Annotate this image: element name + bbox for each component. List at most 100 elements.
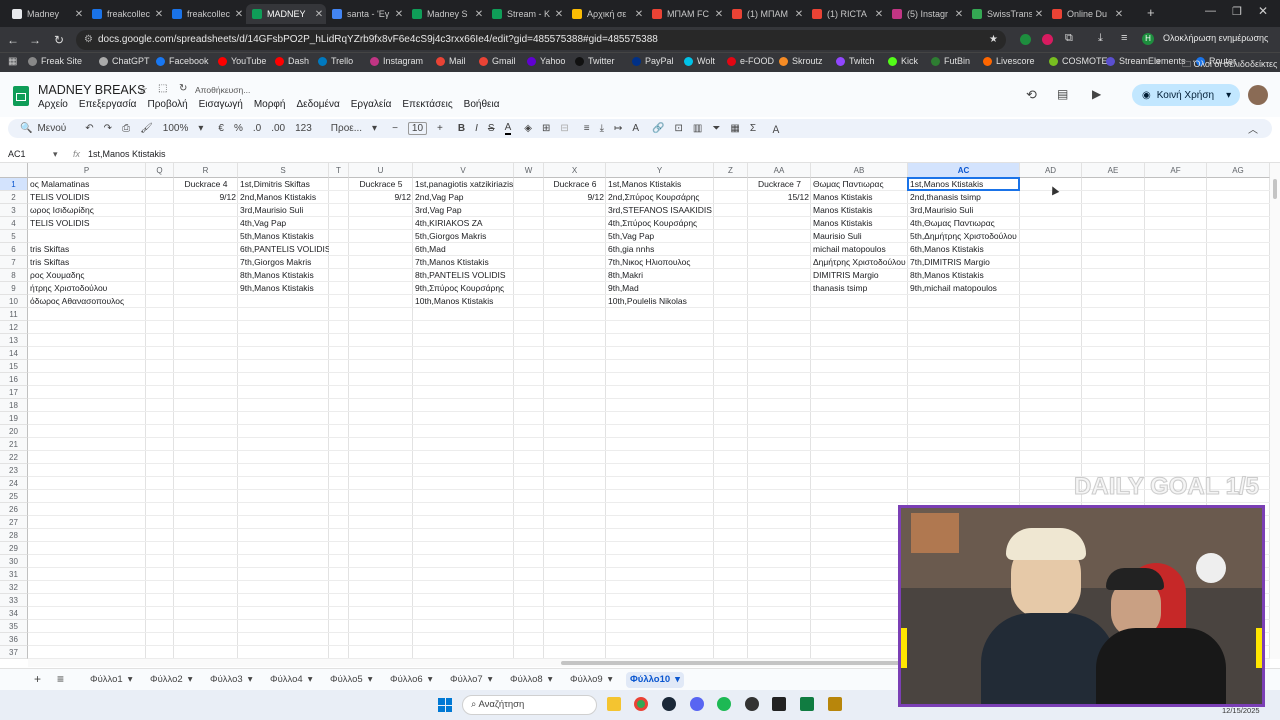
grid-cell[interactable]: Maurisio Suli: [811, 230, 908, 243]
grid-cell[interactable]: michail matopoulos: [811, 243, 908, 256]
extension-icon[interactable]: [1042, 34, 1053, 45]
row-header[interactable]: 23: [0, 464, 28, 477]
row-header[interactable]: 10: [0, 295, 28, 308]
column-header[interactable]: AB: [811, 163, 908, 178]
grid-cell[interactable]: Δημήτρης Χριστοδούλου: [811, 256, 908, 269]
column-header[interactable]: AF: [1145, 163, 1207, 178]
column-header[interactable]: X: [544, 163, 606, 178]
close-tab-icon[interactable]: ✕: [1032, 9, 1046, 20]
close-window-icon[interactable]: ✕: [1258, 4, 1268, 18]
menu-item[interactable]: Εργαλεία: [351, 99, 392, 110]
row-header[interactable]: 31: [0, 568, 28, 581]
browser-tab[interactable]: (5) Instagr ✕: [886, 4, 966, 24]
move-folder-icon[interactable]: ⬚: [158, 83, 167, 94]
spotify-icon[interactable]: [717, 697, 731, 711]
row-header[interactable]: 21: [0, 438, 28, 451]
steam-icon[interactable]: [662, 697, 676, 711]
bookmark-item[interactable]: Wolt: [684, 56, 715, 66]
row-header[interactable]: 36: [0, 633, 28, 646]
taskbar-search[interactable]: ⌕ Αναζήτηση: [462, 695, 597, 715]
bookmark-item[interactable]: Gmail: [479, 56, 516, 66]
menu-item[interactable]: Επεκτάσεις: [402, 99, 452, 110]
close-tab-icon[interactable]: ✕: [952, 9, 966, 20]
close-tab-icon[interactable]: ✕: [632, 9, 646, 20]
browser-tab[interactable]: Online Du ✕: [1046, 4, 1126, 24]
column-header[interactable]: T: [329, 163, 349, 178]
row-header[interactable]: 35: [0, 620, 28, 633]
font-size-input[interactable]: 10: [407, 122, 428, 135]
close-tab-icon[interactable]: ✕: [232, 9, 246, 20]
row-header[interactable]: 27: [0, 516, 28, 529]
insert-chart-icon[interactable]: ▥: [693, 123, 702, 134]
select-all-corner[interactable]: [0, 163, 28, 178]
menu-item[interactable]: Αρχείο: [38, 99, 68, 110]
row-header[interactable]: 14: [0, 347, 28, 360]
grid-cell[interactable]: 5th,Giorgos Makris: [413, 230, 514, 243]
fill-color-icon[interactable]: ◈: [524, 123, 532, 134]
grid-cell[interactable]: 2nd,Σπύρος Κουρσάρης: [606, 191, 714, 204]
browser-tab[interactable]: santa - 'Εγ ✕: [326, 4, 406, 24]
grid-cell[interactable]: 10th,Poulelis Nikolas: [606, 295, 714, 308]
bookmark-item[interactable]: Instagram: [370, 56, 423, 66]
row-header[interactable]: 13: [0, 334, 28, 347]
insert-link-icon[interactable]: 🔗: [652, 123, 664, 134]
grid-cell[interactable]: ος Malamatinas: [28, 178, 146, 191]
row-header[interactable]: 15: [0, 360, 28, 373]
functions-icon[interactable]: Σ: [750, 123, 756, 134]
row-header[interactable]: 3: [0, 204, 28, 217]
grid-cell[interactable]: DIMITRIS Margio: [811, 269, 908, 282]
bookmark-star-icon[interactable]: ★: [989, 30, 998, 50]
row-header[interactable]: 33: [0, 594, 28, 607]
sheet-tab[interactable]: Φύλλο3 ▾: [206, 672, 256, 688]
currency-format-button[interactable]: €: [218, 123, 224, 134]
grid-cell[interactable]: 8th,Manos Ktistakis: [238, 269, 329, 282]
browser-tab[interactable]: (1) RICTA ✕: [806, 4, 886, 24]
grid-cell[interactable]: ΤELIS VOLIDIS: [28, 217, 146, 230]
sheet-tab[interactable]: Φύλλο9 ▾: [566, 672, 616, 688]
row-header[interactable]: 6: [0, 243, 28, 256]
row-header[interactable]: 26: [0, 503, 28, 516]
close-tab-icon[interactable]: ✕: [552, 9, 566, 20]
menu-item[interactable]: Δεδομένα: [296, 99, 339, 110]
row-header[interactable]: 17: [0, 386, 28, 399]
name-box[interactable]: AC1: [8, 149, 26, 159]
forward-icon[interactable]: →: [26, 31, 44, 49]
grid-cell[interactable]: 4th,Σπύρος Κουρσάρης: [606, 217, 714, 230]
row-header[interactable]: 37: [0, 646, 28, 659]
grid-cell[interactable]: ρος Χουμαδης: [28, 269, 146, 282]
extensions-puzzle-icon[interactable]: ⧉: [1065, 32, 1073, 45]
close-tab-icon[interactable]: ✕: [872, 9, 886, 20]
zoom-select[interactable]: 100%: [163, 123, 189, 134]
star-icon[interactable]: ☆: [138, 83, 148, 96]
more-bookmarks-icon[interactable]: »: [1155, 56, 1161, 67]
discord-icon[interactable]: [690, 697, 704, 711]
bookmark-item[interactable]: e-FOOD: [727, 56, 774, 66]
grid-cell[interactable]: 6th,gia nnhs: [606, 243, 714, 256]
new-tab-button[interactable]: +: [1147, 5, 1155, 20]
bookmark-item[interactable]: Livescore: [983, 56, 1035, 66]
grid-cell[interactable]: 9th,michail matopoulos: [908, 282, 1020, 295]
menu-item[interactable]: Εισαγωγή: [199, 99, 243, 110]
grid-cell[interactable]: 3rd,Maurisio Suli: [238, 204, 329, 217]
grid-cell[interactable]: Duckrace 4: [174, 178, 238, 191]
grid-cell[interactable]: 15/12: [748, 191, 811, 204]
file-explorer-icon[interactable]: [607, 697, 621, 711]
media-icon[interactable]: ≡: [1121, 32, 1127, 44]
bookmark-item[interactable]: Twitch: [836, 56, 875, 66]
row-header[interactable]: 4: [0, 217, 28, 230]
menu-search[interactable]: Μενού: [37, 123, 66, 134]
sheet-tab[interactable]: Φύλλο8 ▾: [506, 672, 556, 688]
grid-cell[interactable]: 6th,Manos Ktistakis: [908, 243, 1020, 256]
sheet-tab[interactable]: Φύλλο5 ▾: [326, 672, 376, 688]
row-header[interactable]: 24: [0, 477, 28, 490]
row-header[interactable]: 12: [0, 321, 28, 334]
column-header[interactable]: AG: [1207, 163, 1270, 178]
increase-decimal-button[interactable]: .00: [271, 123, 285, 134]
undo-icon[interactable]: ↶: [85, 123, 93, 134]
grid-cell[interactable]: thanasis tsimp: [811, 282, 908, 295]
grid-cell[interactable]: 9th,Manos Ktistakis: [238, 282, 329, 295]
sheet-tab[interactable]: Φύλλο4 ▾: [266, 672, 316, 688]
document-title[interactable]: MADNEY BREAKS: [38, 83, 145, 97]
row-header[interactable]: 9: [0, 282, 28, 295]
app-icon[interactable]: [828, 697, 842, 711]
